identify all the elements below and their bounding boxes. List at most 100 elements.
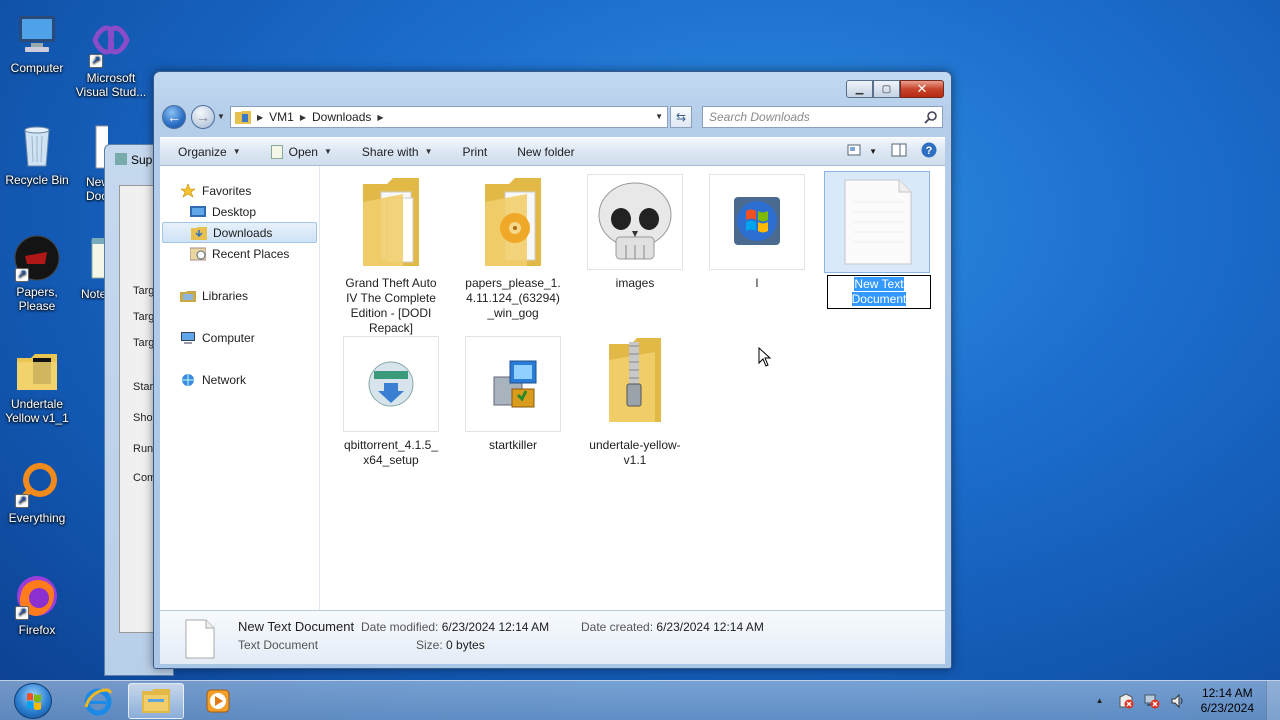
file-item[interactable]: startkiller [460,336,566,453]
nav-label: Desktop [212,204,257,219]
nav-libraries[interactable]: Libraries [160,285,319,306]
recent-pages-dropdown-icon[interactable]: ▼ [217,112,225,121]
file-name: qbittorrent_4.1.5_x64_setup [343,438,439,467]
desktop-icon-everything[interactable]: ↗ Everything [0,460,74,525]
breadcrumb-separator-icon[interactable]: ▶ [377,113,383,122]
downloads-folder-icon [191,226,207,240]
search-input[interactable] [703,107,913,127]
refresh-button[interactable]: ⇆ [670,106,692,128]
action-center-icon[interactable] [1118,693,1134,709]
volume-icon[interactable] [1170,693,1186,709]
background-row: Targ [133,285,155,297]
desktop-icon-papers-please[interactable]: ↗ Papers, Please [0,234,74,313]
search-icon[interactable] [924,110,938,124]
show-desktop-button[interactable] [1266,681,1280,720]
change-view-icon[interactable] [847,143,863,160]
view-options-dropdown-icon[interactable]: ▼ [869,147,877,156]
visual-studio-icon: ↗ [87,20,135,68]
search-box[interactable] [702,106,943,128]
clock-time: 12:14 AM [1201,686,1253,700]
breadcrumb-separator-icon[interactable]: ▶ [257,113,263,122]
new-folder-button[interactable]: New folder [499,138,586,165]
desktop-icon-recycle-bin[interactable]: Recycle Bin [0,122,74,187]
minimize-button[interactable]: ▁ [846,80,873,98]
background-row: Targ [133,337,155,349]
print-button[interactable]: Print [445,138,500,165]
svg-text:?: ? [926,145,933,157]
file-item[interactable]: l [704,174,810,291]
desktop-icon-visual-studio[interactable]: ↗ Microsoft Visual Stud... [74,20,148,99]
breadcrumb-downloads[interactable]: Downloads [312,110,371,124]
caption-buttons: ▁ ▢ ✕ [846,80,944,98]
network-icon [180,373,196,387]
nav-network[interactable]: Network [160,369,319,390]
network-disconnected-icon[interactable] [1144,693,1160,709]
nav-favorites[interactable]: Favorites [160,180,319,201]
desktop-icon-computer[interactable]: Computer [0,10,74,75]
windows-logo-icon [27,693,41,710]
desktop-icon-firefox[interactable]: ↗ Firefox [0,572,74,637]
file-name: startkiller [488,438,537,452]
navigation-pane[interactable]: Favorites Desktop Downloads Recent Place… [160,166,320,610]
papers-please-icon: ↗ [13,234,61,282]
start-button[interactable] [14,683,52,719]
navigation-row: ← → ▼ ▶ VM1 ▶ Downloads ▶ ▼ ⇆ [162,104,945,130]
file-item[interactable]: Grand Theft Auto IV The Complete Edition… [338,174,444,336]
desktop-icon-label: Undertale Yellow v1_1 [5,397,69,425]
background-row: Run [133,443,154,455]
desktop-icon-new-doc[interactable]: New Doc [74,124,108,203]
rename-input-text[interactable]: New Text Document [851,277,907,306]
text-document-icon [829,176,925,272]
content-area: Favorites Desktop Downloads Recent Place… [160,166,945,610]
nav-computer[interactable]: Computer [160,327,319,348]
selection-highlight [824,171,930,273]
file-item[interactable]: undertale-yellow-v1.1 [582,336,688,468]
desktop-icon-label: Everything [8,511,66,525]
breadcrumb-vm1[interactable]: VM1 [269,110,294,124]
explorer-folder-icon [142,689,170,713]
desktop-icon-note[interactable]: Note [76,236,106,301]
file-item[interactable]: qbittorrent_4.1.5_x64_setup [338,336,444,468]
show-hidden-icons-button[interactable]: ▲ [1092,693,1108,709]
file-item-selected[interactable]: New Text Document [824,171,931,309]
desktop-icon [190,205,206,219]
nav-recent-places[interactable]: Recent Places [160,243,319,264]
desktop-icon-undertale-yellow[interactable]: Undertale Yellow v1_1 [0,346,74,425]
forward-button[interactable]: → [191,105,215,129]
share-with-label: Share with [361,144,419,159]
taskbar-windows-explorer[interactable] [128,683,184,719]
address-bar[interactable]: ▶ VM1 ▶ Downloads ▶ ▼ [230,106,668,128]
clock[interactable]: 12:14 AM 6/23/2024 [1201,686,1254,716]
shortcut-arrow-icon: ↗ [15,268,29,282]
details-date-modified: Date modified: 6/23/2024 12:14 AM [361,620,549,634]
preview-pane-icon[interactable] [891,143,907,160]
rename-field[interactable]: New Text Document [824,275,931,309]
back-button[interactable]: ← [162,105,186,129]
file-name: papers_please_1.4.11.124_(63294)_win_gog [465,276,561,320]
background-row: Sho [133,412,153,424]
open-button[interactable]: Open ▼ [253,138,344,165]
file-item[interactable]: images [582,174,688,291]
file-item[interactable]: papers_please_1.4.11.124_(63294)_win_gog [460,174,566,321]
address-history-dropdown-icon[interactable]: ▼ [655,112,663,121]
taskbar-internet-explorer[interactable] [70,683,126,719]
nav-desktop[interactable]: Desktop [160,201,319,222]
help-icon[interactable]: ? [921,142,937,161]
view-controls: ▼ ? [847,142,937,161]
open-label: Open [288,144,318,159]
text-document-icon [184,619,216,659]
maximize-button[interactable]: ▢ [873,80,900,98]
nav-label: Recent Places [212,246,290,261]
close-button[interactable]: ✕ [900,80,944,98]
folder-icon [13,346,61,394]
explorer-window[interactable]: ▁ ▢ ✕ ← → ▼ ▶ VM1 ▶ Downloads ▶ ▼ ⇆ Sear… [153,71,952,669]
organize-button[interactable]: Organize ▼ [160,138,253,165]
refresh-icon: ⇆ [675,110,687,124]
breadcrumb-separator-icon[interactable]: ▶ [300,113,306,122]
share-with-button[interactable]: Share with ▼ [344,138,445,165]
taskbar-media-player[interactable] [190,683,246,719]
details-file-name: New Text Document [238,619,355,634]
computer-icon [13,10,61,58]
nav-downloads[interactable]: Downloads [162,222,317,243]
everything-search-icon: ↗ [13,460,61,508]
